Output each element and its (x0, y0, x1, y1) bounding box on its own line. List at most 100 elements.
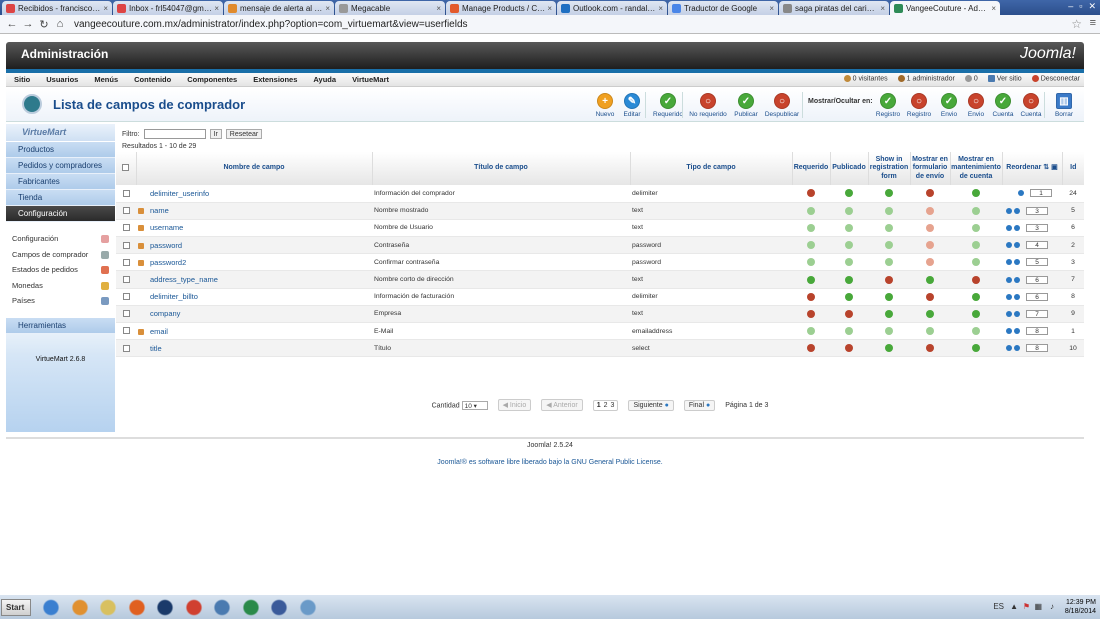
app7-taskbar-icon[interactable] (211, 597, 233, 618)
field-name-link[interactable]: username (150, 223, 183, 232)
excel-taskbar-icon[interactable] (239, 597, 262, 618)
messages-status[interactable]: 0 (964, 75, 978, 82)
header-account[interactable]: Mostrar en mantenimiento de cuenta (950, 152, 1003, 185)
tab-close-icon[interactable]: × (325, 4, 330, 13)
required-check-icon[interactable] (807, 258, 815, 267)
sidebar-item[interactable]: Pedidos y compradores (6, 158, 115, 174)
required-check-icon[interactable] (807, 275, 815, 284)
move-down-icon[interactable] (1018, 190, 1024, 197)
required-check-icon[interactable] (807, 206, 815, 215)
field-name-link[interactable]: email (150, 327, 168, 336)
tab-close-icon[interactable]: × (880, 4, 885, 13)
chrome-taskbar-icon[interactable] (182, 597, 205, 618)
page-number[interactable]: 2 (604, 402, 608, 409)
header-shipping[interactable]: Mostrar en formulario de envío (910, 152, 951, 185)
pager-last-button[interactable]: Final ● (683, 399, 716, 411)
sidebar-item[interactable]: Productos (6, 142, 115, 158)
sidebar-subitem[interactable]: Países (6, 293, 115, 309)
move-up-icon[interactable] (1006, 259, 1012, 266)
account-check-icon[interactable] (972, 344, 980, 353)
tab-close-icon[interactable]: × (214, 4, 219, 13)
move-up-icon[interactable] (1006, 224, 1012, 231)
header-title[interactable]: Título de campo (372, 152, 631, 185)
menu-wrench-icon[interactable]: ≡ (1090, 17, 1096, 29)
shipping-cross-icon[interactable] (926, 344, 934, 353)
order-input[interactable]: 8 (1026, 344, 1048, 353)
close-icon[interactable]: ✕ (1088, 1, 1096, 12)
registration-check-icon[interactable] (885, 327, 893, 336)
browser-tab[interactable]: VangeeCouture - Admini × (890, 1, 1000, 15)
required-check-icon[interactable] (807, 223, 815, 232)
tab-close-icon[interactable]: × (658, 4, 663, 13)
required-check-icon[interactable] (807, 241, 815, 250)
order-input[interactable]: 6 (1026, 275, 1048, 284)
field-name-link[interactable]: name (150, 206, 169, 215)
move-up-icon[interactable] (1006, 328, 1012, 335)
publish-button[interactable]: ✓ Publicar (726, 93, 766, 118)
not-required-button[interactable]: ○ No requerido (688, 93, 728, 118)
gpl-link[interactable]: GNU General Public License. (571, 459, 662, 466)
ie-taskbar-icon[interactable] (40, 597, 62, 618)
shipping-cross-icon[interactable] (926, 206, 934, 215)
page-number[interactable]: 3 (611, 402, 615, 409)
tab-close-icon[interactable]: × (103, 4, 108, 13)
browser-tab[interactable]: Outlook.com - randalodi × (557, 1, 667, 15)
header-type[interactable]: Tipo de campo (630, 152, 793, 185)
move-up-icon[interactable] (1006, 207, 1012, 214)
tab-close-icon[interactable]: × (769, 4, 774, 13)
required-cross-icon[interactable] (807, 292, 815, 301)
sidebar-subitem[interactable]: Configuración (6, 231, 115, 247)
order-input[interactable]: 6 (1026, 292, 1048, 301)
row-checkbox[interactable] (122, 344, 130, 352)
menu-item[interactable]: Componentes (179, 75, 245, 84)
required-cross-icon[interactable] (807, 309, 815, 318)
published-check-icon[interactable] (845, 189, 853, 198)
app9-taskbar-icon[interactable] (268, 597, 290, 618)
row-checkbox[interactable] (122, 207, 130, 215)
volume-icon[interactable]: ♪ (1050, 602, 1054, 611)
menu-item[interactable]: Contenido (126, 75, 179, 84)
sidebar-subitem[interactable]: Campos de comprador (6, 246, 115, 262)
sidebar-item[interactable]: Fabricantes (6, 174, 115, 190)
forward-arrow-icon[interactable]: → (20, 18, 36, 30)
browser-tab[interactable]: Megacable × (335, 1, 445, 15)
field-name-link[interactable]: company (150, 309, 180, 318)
required-cross-icon[interactable] (807, 189, 815, 198)
header-required[interactable]: Requerido (792, 152, 831, 185)
shipping-check-icon[interactable] (926, 309, 934, 318)
menu-item[interactable]: Menús (86, 75, 126, 84)
required-cross-icon[interactable] (807, 344, 815, 353)
sidebar-item[interactable]: Tienda (6, 190, 115, 206)
network-icon[interactable]: ▦ (1034, 602, 1042, 611)
row-checkbox[interactable] (122, 310, 130, 318)
registration-check-icon[interactable] (885, 258, 893, 267)
menu-item[interactable]: Usuarios (38, 75, 86, 84)
move-down-icon[interactable] (1014, 310, 1020, 317)
published-check-icon[interactable] (845, 275, 853, 284)
shipping-cross-icon[interactable] (926, 223, 934, 232)
field-name-link[interactable]: address_type_name (150, 275, 218, 284)
reload-icon[interactable]: ↻ (36, 18, 52, 31)
field-name-link[interactable]: title (150, 344, 162, 353)
shipping-cross-icon[interactable] (926, 292, 934, 301)
move-down-icon[interactable] (1014, 224, 1020, 231)
browser-tab[interactable]: mensaje de alerta al most × (224, 1, 334, 15)
registration-check-icon[interactable] (885, 344, 893, 353)
move-down-icon[interactable] (1014, 207, 1020, 214)
sidebar-subitem[interactable]: Estados de pedidos (6, 262, 115, 278)
row-checkbox[interactable] (122, 327, 130, 335)
menu-item[interactable]: VirtueMart (344, 75, 397, 84)
shipping-check-icon[interactable] (926, 275, 934, 284)
registration-check-icon[interactable] (885, 309, 893, 318)
filter-reset-button[interactable]: Resetear (225, 129, 263, 139)
delete-button[interactable]: ▥ Borrar (1044, 93, 1084, 118)
published-check-icon[interactable] (845, 258, 853, 267)
view-site-link[interactable]: Ver sitio (987, 75, 1022, 82)
minimize-icon[interactable]: – (1068, 1, 1073, 12)
sidebar-item-tools[interactable]: Herramientas (6, 317, 115, 334)
field-name-link[interactable]: delimiter_userinfo (150, 189, 209, 198)
edit-button[interactable]: ✎ Editar (612, 93, 652, 118)
field-name-link[interactable]: delimiter_billto (150, 292, 198, 301)
browser-tab[interactable]: Manage Products / Catalo × (446, 1, 556, 15)
filter-go-button[interactable]: Ir (209, 129, 222, 139)
